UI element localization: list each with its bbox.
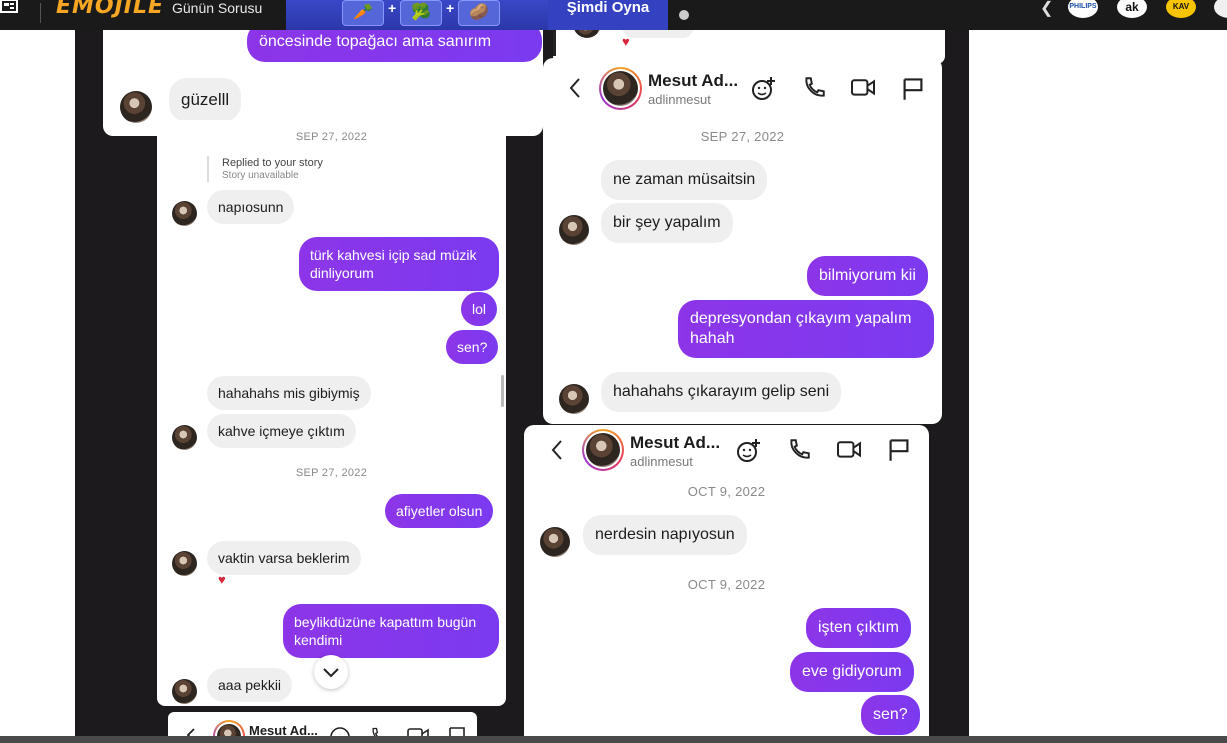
outgoing-message: eve gidiyorum (790, 652, 914, 692)
profile-avatar[interactable] (599, 67, 642, 110)
reply-indicator (207, 156, 209, 182)
outgoing-message: işten çıktım (806, 608, 911, 648)
top-news-bar: EMOJILE Günün Sorusu 🥕 + 🥦 + 🥔 Şimdi Oyn… (0, 0, 1227, 30)
scroll-down-button[interactable] (314, 655, 348, 689)
outgoing-message: sen? (861, 695, 920, 735)
carousel-dot[interactable] (679, 10, 689, 20)
divider (40, 3, 41, 23)
video-camera-icon[interactable] (849, 77, 877, 99)
incoming-message: nerdesin napıyosun (583, 515, 747, 555)
left-chat-panel: SEP 27, 2022 Replied to your story Story… (157, 120, 506, 706)
divider (553, 30, 556, 56)
outgoing-message: sen? (446, 330, 499, 364)
incoming-message: bir şey yapalım (601, 203, 733, 243)
avatar (573, 30, 601, 38)
outgoing-message: bilmiyorum kii (807, 256, 928, 296)
avatar (172, 551, 197, 576)
plus-icon: + (388, 0, 397, 16)
incoming-message: napıosunn (207, 190, 295, 224)
flag-icon[interactable] (888, 438, 910, 462)
phone-icon[interactable] (786, 437, 812, 463)
phone-icon[interactable] (801, 75, 827, 101)
heart-reaction-icon: ♥ (622, 34, 630, 49)
right-bottom-chat-panel: Mesut Ad... adlinmesut OCT 9, 2022 nerde… (524, 425, 929, 743)
contact-name[interactable]: Mesut Ad... (630, 433, 720, 453)
chevron-left-icon[interactable]: ❮ (1040, 0, 1053, 18)
profile-avatar[interactable] (582, 429, 624, 471)
contact-username[interactable]: adlinmesut (630, 454, 693, 469)
date-separator: SEP 27, 2022 (295, 131, 368, 143)
right-chat-panel: Mesut Ad... adlinmesut SEP 27, 2022 ne z… (543, 58, 942, 424)
date-separator: OCT 9, 2022 (687, 577, 766, 592)
flag-icon[interactable] (902, 77, 924, 101)
emoji-game-banner[interactable]: 🥕 + 🥦 + 🥔 (286, 0, 548, 30)
incoming-message: kahve içmeye çıktım (207, 414, 356, 448)
incoming-message: güzelll (169, 78, 242, 122)
incoming-message: hahahahs mis gibiymiş (207, 376, 371, 410)
outgoing-message: beylikdüzüne kapattım bugün kendimi (283, 604, 499, 658)
incoming-message (623, 30, 693, 38)
avatar (540, 527, 570, 557)
back-arrow-icon[interactable] (551, 440, 563, 460)
broccoli-tile: 🥦 (400, 0, 442, 26)
ak-logo[interactable]: ak (1117, 0, 1147, 18)
chevron-down-icon (323, 668, 339, 678)
avatar (559, 215, 589, 245)
sticker-icon[interactable] (750, 75, 778, 103)
date-separator: OCT 9, 2022 (687, 484, 766, 499)
reply-title: Replied to your story (222, 157, 323, 169)
avatar (172, 201, 197, 226)
date-separator: SEP 27, 2022 (700, 129, 785, 144)
outgoing-message: türk kahvesi içip sad müzik dinliyorum (299, 237, 499, 291)
bottom-bar (0, 736, 1227, 743)
back-arrow-icon[interactable] (569, 78, 581, 98)
philips-logo[interactable]: PHILIPS (1068, 0, 1098, 18)
menu-icon[interactable] (0, 0, 22, 22)
outgoing-message: depresyondan çıkayım yapalım hahah (678, 300, 934, 358)
reply-subtitle: Story unavailable (222, 170, 299, 181)
potato-tile: 🥔 (458, 0, 500, 26)
incoming-message: vaktin varsa beklerim (207, 541, 361, 575)
contact-name[interactable]: Mesut Ad... (648, 71, 738, 91)
incoming-message: hahahahs çıkarayım gelip seni (601, 372, 842, 412)
gunun-sorusu-label[interactable]: Günün Sorusu (172, 0, 262, 16)
video-camera-icon[interactable] (835, 439, 863, 461)
outgoing-message: öncesinde topağacı ama sanırım (247, 30, 542, 62)
brand-logo[interactable] (1214, 0, 1227, 18)
avatar (172, 425, 197, 450)
avatar (172, 679, 197, 704)
avatar (559, 384, 589, 414)
carrot-tile: 🥕 (342, 0, 384, 26)
plus-icon: + (446, 0, 455, 16)
play-now-button[interactable]: Şimdi Oyna (548, 0, 668, 30)
sticker-icon[interactable] (735, 437, 763, 465)
outgoing-message: afiyetler olsun (385, 494, 494, 528)
kav-logo[interactable]: KAV (1166, 0, 1196, 18)
incoming-message: aaa pekkii (207, 668, 293, 702)
avatar (120, 91, 152, 123)
outgoing-message: lol (461, 292, 498, 326)
scrollbar[interactable] (501, 375, 504, 407)
contact-username[interactable]: adlinmesut (648, 92, 711, 107)
emojile-logo[interactable]: EMOJILE (56, 0, 164, 19)
incoming-message: ne zaman müsaitsin (601, 160, 768, 200)
date-separator: SEP 27, 2022 (295, 467, 368, 479)
heart-reaction-icon: ♥ (218, 572, 226, 587)
